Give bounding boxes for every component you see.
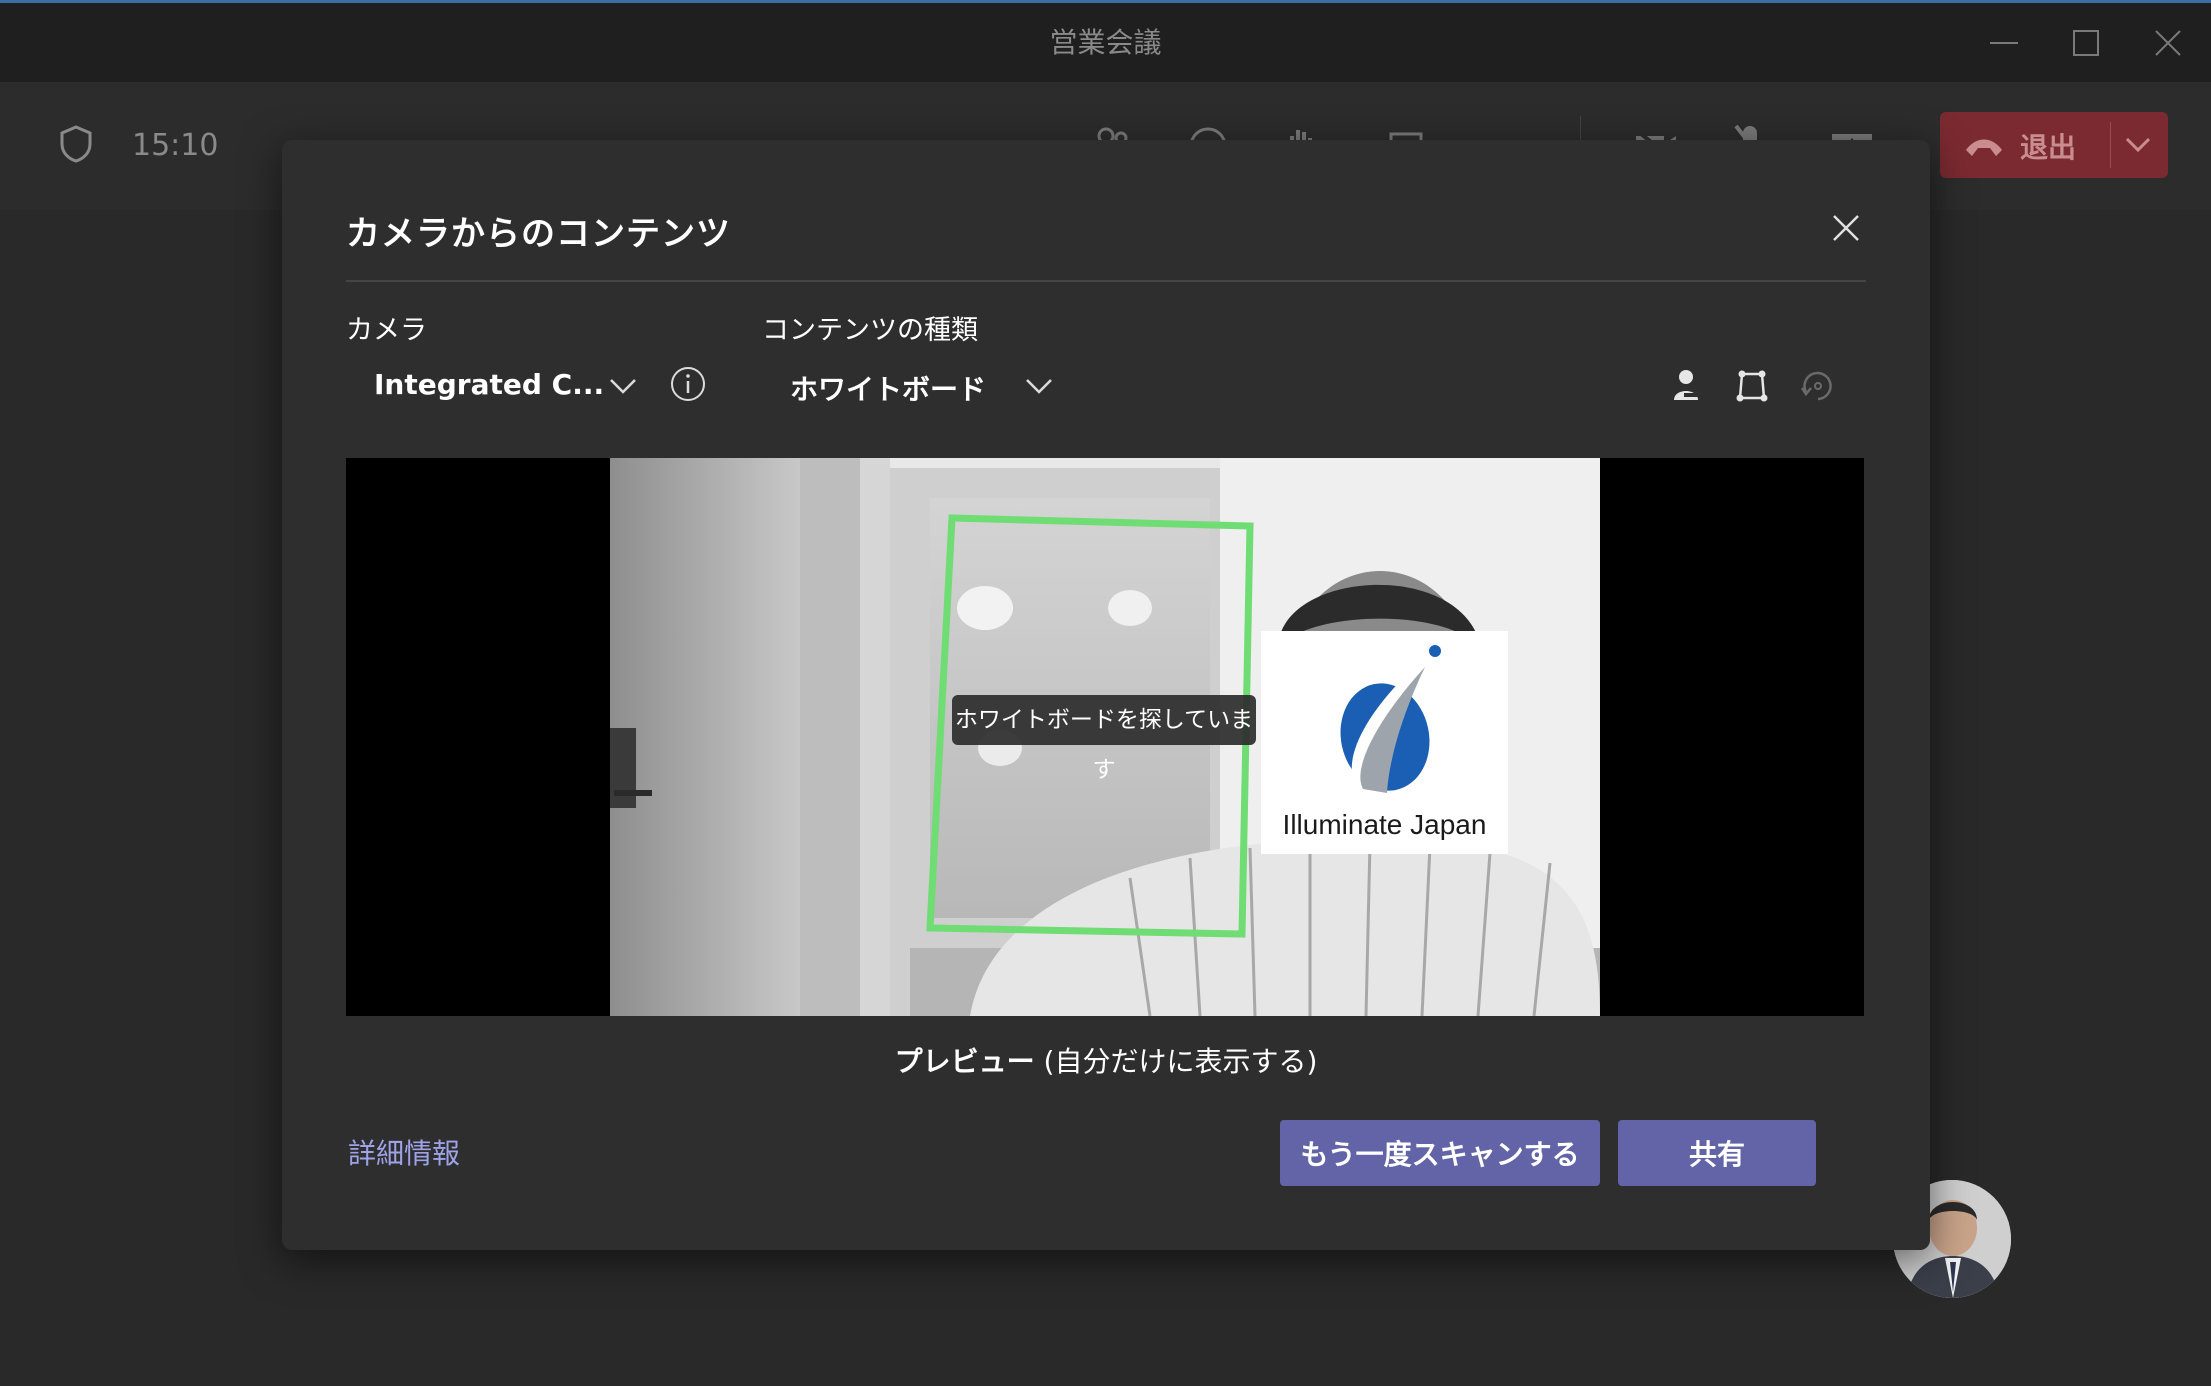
title-bar: 営業会議 bbox=[0, 0, 2211, 82]
content-type-label: コンテンツの種類 bbox=[762, 315, 978, 346]
hide-person-icon[interactable] bbox=[1666, 366, 1706, 406]
preview-caption: プレビュー (自分だけに表示する) bbox=[282, 1040, 1930, 1080]
camera-label: カメラ bbox=[346, 315, 427, 346]
info-icon[interactable] bbox=[668, 364, 708, 404]
details-link[interactable]: 詳細情報 bbox=[348, 1132, 460, 1172]
preview-caption-rest: (自分だけに表示する) bbox=[1034, 1045, 1318, 1078]
rotate-icon[interactable] bbox=[1798, 366, 1838, 406]
meeting-timer: 15:10 bbox=[132, 128, 219, 163]
camera-chevron-down-icon[interactable] bbox=[608, 376, 638, 396]
phone-icon bbox=[1966, 139, 2002, 156]
rescan-button[interactable]: もう一度スキャンする bbox=[1280, 1120, 1600, 1186]
share-button[interactable]: 共有 bbox=[1618, 1120, 1816, 1186]
leave-button[interactable]: 退出 bbox=[1940, 112, 2168, 178]
window-title: 営業会議 bbox=[1049, 26, 1162, 59]
content-type-chevron-down-icon[interactable] bbox=[1024, 376, 1054, 396]
logo-text: Illuminate Japan bbox=[1282, 809, 1487, 840]
dialog-divider bbox=[346, 280, 1866, 282]
leave-options-chevron-icon[interactable] bbox=[2124, 136, 2152, 154]
detection-status: ホワイトボードを探しています bbox=[952, 695, 1256, 783]
leave-divider bbox=[2110, 122, 2111, 168]
window-close-icon[interactable] bbox=[2144, 19, 2192, 67]
dialog-title: カメラからのコンテンツ bbox=[346, 214, 731, 254]
camera-preview: ホワイトボードを探しています Illuminate Japan bbox=[346, 458, 1864, 1016]
camera-content-dialog: カメラからのコンテンツ カメラ Integrated C... コンテンツの種類… bbox=[282, 140, 1930, 1250]
content-type-select[interactable]: ホワイトボード bbox=[790, 368, 986, 408]
leave-label: 退出 bbox=[2020, 131, 2077, 164]
minimize-icon[interactable] bbox=[1980, 19, 2028, 67]
shield-icon bbox=[60, 125, 92, 163]
maximize-icon[interactable] bbox=[2062, 19, 2110, 67]
preview-caption-bold: プレビュー bbox=[894, 1045, 1035, 1078]
logo-mark bbox=[1340, 645, 1441, 793]
company-logo: Illuminate Japan bbox=[1261, 631, 1508, 854]
crop-corners-icon[interactable] bbox=[1732, 366, 1772, 406]
camera-feed: ホワイトボードを探しています Illuminate Japan bbox=[610, 458, 1600, 1016]
close-icon[interactable] bbox=[1828, 210, 1864, 246]
camera-select[interactable]: Integrated C... bbox=[374, 368, 604, 401]
